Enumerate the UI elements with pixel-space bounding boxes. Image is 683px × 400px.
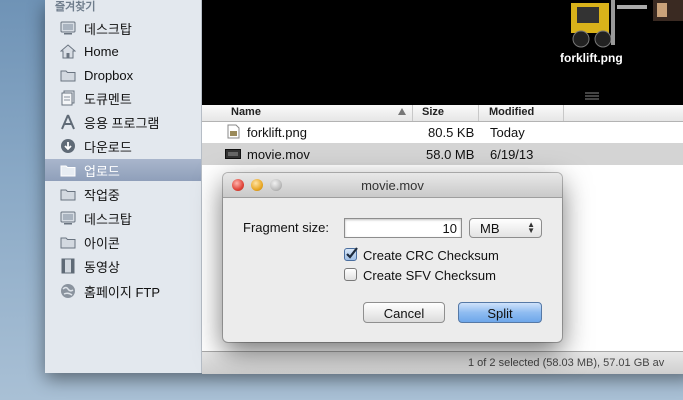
sidebar-item-label: 도큐멘트	[84, 91, 132, 107]
split-dialog: movie.mov Fragment size: 10 MB ▲ ▼ Create…	[223, 173, 562, 342]
sidebar-item-label: 업로드	[84, 163, 120, 179]
image-preview: forklift.png	[202, 0, 683, 105]
column-name[interactable]: Name	[231, 106, 261, 118]
sidebar-item-label: 동영상	[84, 259, 120, 275]
sort-ascending-icon	[398, 108, 406, 115]
sidebar-item-home[interactable]: Home	[45, 40, 201, 62]
file-list-header: Name Size Modified	[202, 105, 683, 122]
sidebar-item-desktop[interactable]: 데스크탑	[45, 17, 201, 39]
sidebar-section-favorites: 즐겨찾기	[55, 1, 96, 13]
sidebar-item-icons[interactable]: 아이콘	[45, 231, 201, 253]
file-name: forklift.png	[247, 125, 307, 140]
forklift-image	[571, 0, 683, 48]
sidebar-item-applications[interactable]: 응용 프로그램	[45, 111, 201, 133]
folder-icon	[59, 186, 77, 202]
movie-file-icon	[225, 148, 241, 163]
unit-select-value: MB	[480, 221, 500, 236]
status-text: 1 of 2 selected (58.03 MB), 57.01 GB av	[468, 357, 665, 369]
applications-icon	[59, 114, 77, 130]
status-bar: 1 of 2 selected (58.03 MB), 57.01 GB av	[202, 351, 683, 374]
documents-icon	[59, 90, 77, 106]
sfv-checksum-label[interactable]: Create SFV Checksum	[363, 268, 496, 283]
crc-checksum-label[interactable]: Create CRC Checksum	[363, 248, 499, 263]
folder-icon	[59, 162, 77, 178]
cancel-button[interactable]: Cancel	[363, 302, 445, 323]
dialog-title: movie.mov	[361, 178, 424, 193]
sidebar: 즐겨찾기 데스크탑 Home Dropbox 도큐멘트 응용 프로그램 다운로드…	[45, 0, 202, 373]
crc-checksum-checkbox[interactable]	[344, 247, 358, 261]
file-row-movie[interactable]: movie.mov 58.0 MB 6/19/13	[202, 143, 683, 165]
sidebar-item-label: 홈페이지 FTP	[84, 284, 161, 300]
movies-icon	[59, 258, 77, 274]
preview-filename: forklift.png	[560, 51, 623, 65]
home-icon	[59, 43, 77, 59]
file-size: 58.0 MB	[426, 147, 475, 162]
dialog-titlebar[interactable]: movie.mov	[223, 173, 562, 198]
file-size: 80.5 KB	[428, 125, 475, 140]
column-size[interactable]: Size	[422, 106, 444, 118]
file-modified: Today	[490, 125, 525, 140]
file-row-forklift[interactable]: forklift.png 80.5 KB Today	[202, 121, 683, 143]
resize-grip-icon[interactable]	[585, 92, 599, 100]
sidebar-item-label: Home	[84, 43, 119, 59]
updown-arrows-icon: ▲ ▼	[527, 220, 535, 235]
checkmark-icon	[346, 247, 358, 259]
fragment-size-input[interactable]: 10	[344, 218, 462, 238]
desktop-icon	[59, 210, 77, 226]
column-modified[interactable]: Modified	[489, 106, 534, 118]
sidebar-item-label: Dropbox	[84, 67, 134, 83]
sidebar-item-label: 응용 프로그램	[84, 115, 160, 131]
sidebar-item-dropbox[interactable]: Dropbox	[45, 64, 201, 86]
sidebar-item-movies[interactable]: 동영상	[45, 255, 201, 277]
folder-icon	[59, 234, 77, 250]
download-icon	[59, 138, 77, 154]
column-divider	[563, 105, 564, 121]
sidebar-item-documents[interactable]: 도큐멘트	[45, 87, 201, 109]
split-button[interactable]: Split	[458, 302, 542, 323]
unit-select[interactable]: MB ▲ ▼	[469, 218, 542, 238]
sidebar-item-label: 데스크탑	[84, 21, 132, 37]
file-name: movie.mov	[247, 147, 310, 162]
sidebar-item-homepage-ftp[interactable]: 홈페이지 FTP	[45, 280, 201, 302]
sidebar-item-desktop-2[interactable]: 데스크탑	[45, 207, 201, 229]
sfv-checksum-checkbox[interactable]	[344, 268, 357, 281]
column-divider	[412, 105, 413, 121]
sidebar-item-label: 작업중	[84, 187, 120, 203]
sidebar-item-uploads[interactable]: 업로드	[45, 159, 201, 181]
folder-icon	[59, 67, 77, 83]
sidebar-item-label: 다운로드	[84, 139, 132, 155]
fragment-size-label: Fragment size:	[243, 220, 329, 235]
desktop-icon	[59, 20, 77, 36]
globe-icon	[59, 283, 77, 299]
sidebar-item-label: 데스크탑	[84, 211, 132, 227]
sidebar-item-working[interactable]: 작업중	[45, 183, 201, 205]
sidebar-item-label: 아이콘	[84, 235, 120, 251]
sidebar-item-downloads[interactable]: 다운로드	[45, 135, 201, 157]
image-file-icon	[227, 124, 240, 142]
file-modified: 6/19/13	[490, 147, 534, 162]
column-divider	[478, 105, 479, 121]
